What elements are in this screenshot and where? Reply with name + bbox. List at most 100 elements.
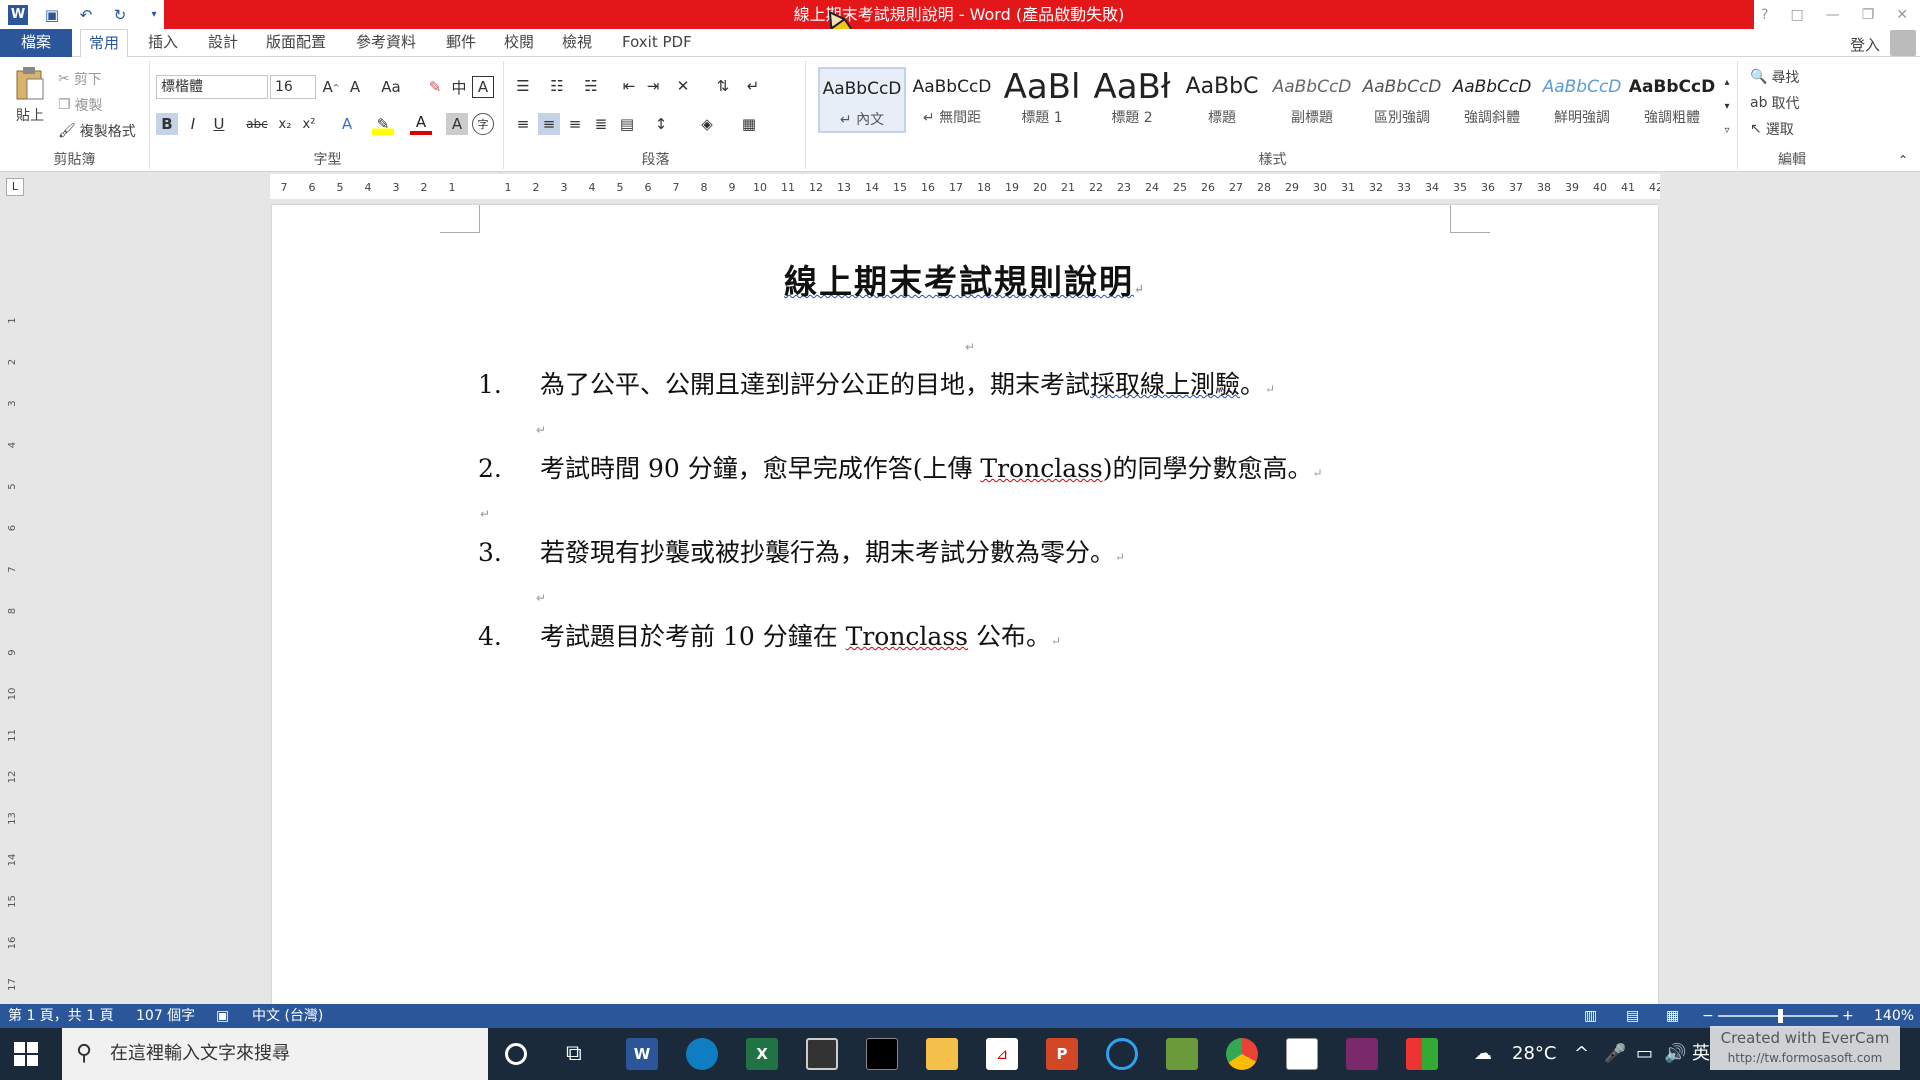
tab-design[interactable]: 設計 (200, 29, 246, 57)
style-emphasis[interactable]: AaBbCcD 強調斜體 (1448, 67, 1536, 133)
font-color-icon[interactable]: A (410, 113, 432, 135)
read-mode-icon[interactable]: ▥ (1584, 1004, 1597, 1028)
style-intense-emphasis[interactable]: AaBbCcD 鮮明強調 (1538, 67, 1626, 133)
distributed-icon[interactable]: ▤ (616, 113, 638, 135)
customize-qat-icon[interactable]: ▾ (144, 5, 164, 25)
cortana-icon[interactable] (505, 1043, 527, 1065)
increase-indent-icon[interactable]: ⇥ (642, 75, 664, 97)
edge-app-icon[interactable] (686, 1038, 718, 1070)
ie-app-icon[interactable] (1106, 1038, 1138, 1070)
justify-icon[interactable]: ≣ (590, 113, 612, 135)
text-effects-icon[interactable]: A (336, 113, 358, 135)
tab-review[interactable]: 校閱 (496, 29, 542, 57)
decrease-indent-icon[interactable]: ⇤ (618, 75, 640, 97)
paint-app-icon[interactable] (1166, 1038, 1198, 1070)
windows-start-icon[interactable] (14, 1042, 38, 1066)
underline-button[interactable]: U (208, 113, 230, 135)
powerpoint-app-icon[interactable]: P (1046, 1038, 1078, 1070)
sign-in-link[interactable]: 登入 (1850, 34, 1880, 55)
bold-button[interactable]: B (156, 113, 178, 135)
highlight-icon[interactable]: ✎ (372, 113, 394, 135)
subscript-icon[interactable]: x₂ (274, 113, 296, 135)
proofing-icon[interactable]: ▣ (216, 1004, 229, 1028)
copy-button[interactable]: ❐ 複製 (58, 95, 103, 115)
align-right-icon[interactable]: ≡ (564, 113, 586, 135)
undo-icon[interactable]: ↶ (76, 5, 96, 25)
archive-app-icon[interactable] (1346, 1038, 1378, 1070)
font-name-combo[interactable]: 標楷體 (156, 75, 268, 99)
ribbon-display-icon[interactable]: □ (1790, 7, 1803, 23)
word-app-icon[interactable]: W (626, 1038, 658, 1070)
style-heading-1[interactable]: AaBl 標題 1 (998, 67, 1086, 133)
store-app-icon[interactable] (806, 1038, 838, 1070)
pdf-app-icon[interactable]: ⊿ (986, 1038, 1018, 1070)
ime-indicator[interactable]: 英 (1692, 1028, 1710, 1080)
style-strong[interactable]: AaBbCcD 強調粗體 (1628, 67, 1716, 133)
document-title[interactable]: 線上期末考試規則說明↵ (272, 255, 1658, 303)
web-layout-icon[interactable]: ▦ (1666, 1004, 1679, 1028)
tab-view[interactable]: 檢視 (554, 29, 600, 57)
list-item[interactable]: 4. 考試題目於考前 10 分鐘在 Tronclass 公布。↵ (478, 617, 1061, 653)
clear-format-icon[interactable]: ✎ (424, 76, 446, 98)
line-spacing-icon[interactable]: ↕ (650, 113, 672, 135)
save-icon[interactable]: ▣ (42, 5, 62, 25)
numbering-icon[interactable]: ☷ (546, 75, 568, 97)
shading-icon[interactable]: ◈ (696, 113, 718, 135)
collapse-ribbon-icon[interactable]: ⌃ (1892, 149, 1914, 171)
tab-mailings[interactable]: 郵件 (438, 29, 484, 57)
taskbar-search-input[interactable]: ⚲ 在這裡輸入文字來搜尋 (62, 1028, 488, 1080)
document-page[interactable]: 線上期末考試規則說明↵ ↵ 1. 為了公平、公開且達到評分公正的目地，期末考試採取… (272, 205, 1658, 1005)
redo-icon[interactable]: ↻ (110, 5, 130, 25)
find-button[interactable]: 🔍 尋找 (1750, 67, 1799, 87)
terminal-app-icon[interactable] (866, 1038, 898, 1070)
style-subtle-emphasis[interactable]: AaBbCcD 區別強調 (1358, 67, 1446, 133)
zoom-level[interactable]: 140% (1874, 1004, 1914, 1028)
tab-selector[interactable]: L (6, 178, 24, 196)
colorful-app-icon[interactable] (1406, 1038, 1438, 1070)
shrink-font-icon[interactable]: A (344, 76, 366, 98)
style-no-spacing[interactable]: AaBbCcD ↵ 無間距 (908, 67, 996, 133)
style-subtitle[interactable]: AaBbCcD 副標題 (1268, 67, 1356, 133)
word-count[interactable]: 107 個字 (136, 1004, 195, 1028)
temperature[interactable]: 28°C (1512, 1028, 1556, 1080)
font-size-combo[interactable]: 16 (270, 75, 316, 99)
list-item[interactable]: 1. 為了公平、公開且達到評分公正的目地，期末考試採取線上測驗。↵ (478, 365, 1275, 401)
page-count[interactable]: 第 1 頁，共 1 頁 (8, 1004, 114, 1028)
style-normal[interactable]: AaBbCcD ↵ 內文 (818, 67, 906, 133)
volume-icon[interactable]: 🔊 (1664, 1028, 1686, 1080)
language-indicator[interactable]: 中文 (台灣) (252, 1004, 323, 1028)
show-marks-icon[interactable]: ↵ (742, 75, 764, 97)
phonetic-guide-icon[interactable]: 中 (448, 76, 470, 98)
zoom-out-icon[interactable]: − (1702, 1004, 1714, 1028)
change-case-button[interactable]: Aa (376, 76, 406, 98)
list-item[interactable]: 3. 若發現有抄襲或被抄襲行為，期末考試分數為零分。↵ (478, 533, 1125, 569)
char-border-icon[interactable]: A (472, 76, 494, 98)
superscript-icon[interactable]: x² (298, 113, 320, 135)
avatar[interactable] (1890, 30, 1916, 56)
replace-button[interactable]: ab 取代 (1750, 93, 1799, 113)
style-heading-2[interactable]: AaBł 標題 2 (1088, 67, 1176, 133)
align-center-icon[interactable]: ≡ (538, 113, 560, 135)
weather-icon[interactable]: ☁ (1474, 1028, 1492, 1080)
help-icon[interactable]: ? (1761, 7, 1768, 23)
select-button[interactable]: ↖ 選取 (1750, 119, 1794, 139)
style-title[interactable]: AaBbC 標題 (1178, 67, 1266, 133)
tab-layout[interactable]: 版面配置 (258, 29, 334, 57)
zoom-slider-thumb[interactable] (1778, 1009, 1783, 1023)
italic-button[interactable]: I (182, 113, 204, 135)
format-painter-button[interactable]: 🖌 複製格式 (58, 121, 136, 141)
print-layout-icon[interactable]: ▤ (1626, 1004, 1639, 1028)
asian-layout-icon[interactable]: ✕ (672, 75, 694, 97)
zoom-in-icon[interactable]: + (1842, 1004, 1854, 1028)
borders-icon[interactable]: ▦ (738, 113, 760, 135)
vertical-ruler[interactable]: 123456789101112131415161718 (0, 199, 30, 1032)
grow-font-icon[interactable]: A ^ (320, 76, 342, 98)
microphone-icon[interactable]: 🎤 (1604, 1028, 1626, 1080)
tab-references[interactable]: 參考資料 (348, 29, 424, 57)
tab-file[interactable]: 檔案 (0, 29, 72, 57)
styles-more-icon[interactable]: ▿ (1716, 119, 1738, 141)
paste-button[interactable]: 貼上 (10, 67, 50, 125)
sort-icon[interactable]: ⇅ (712, 75, 734, 97)
tab-home[interactable]: 常用 (80, 29, 129, 58)
minimize-icon[interactable]: — (1826, 7, 1840, 23)
